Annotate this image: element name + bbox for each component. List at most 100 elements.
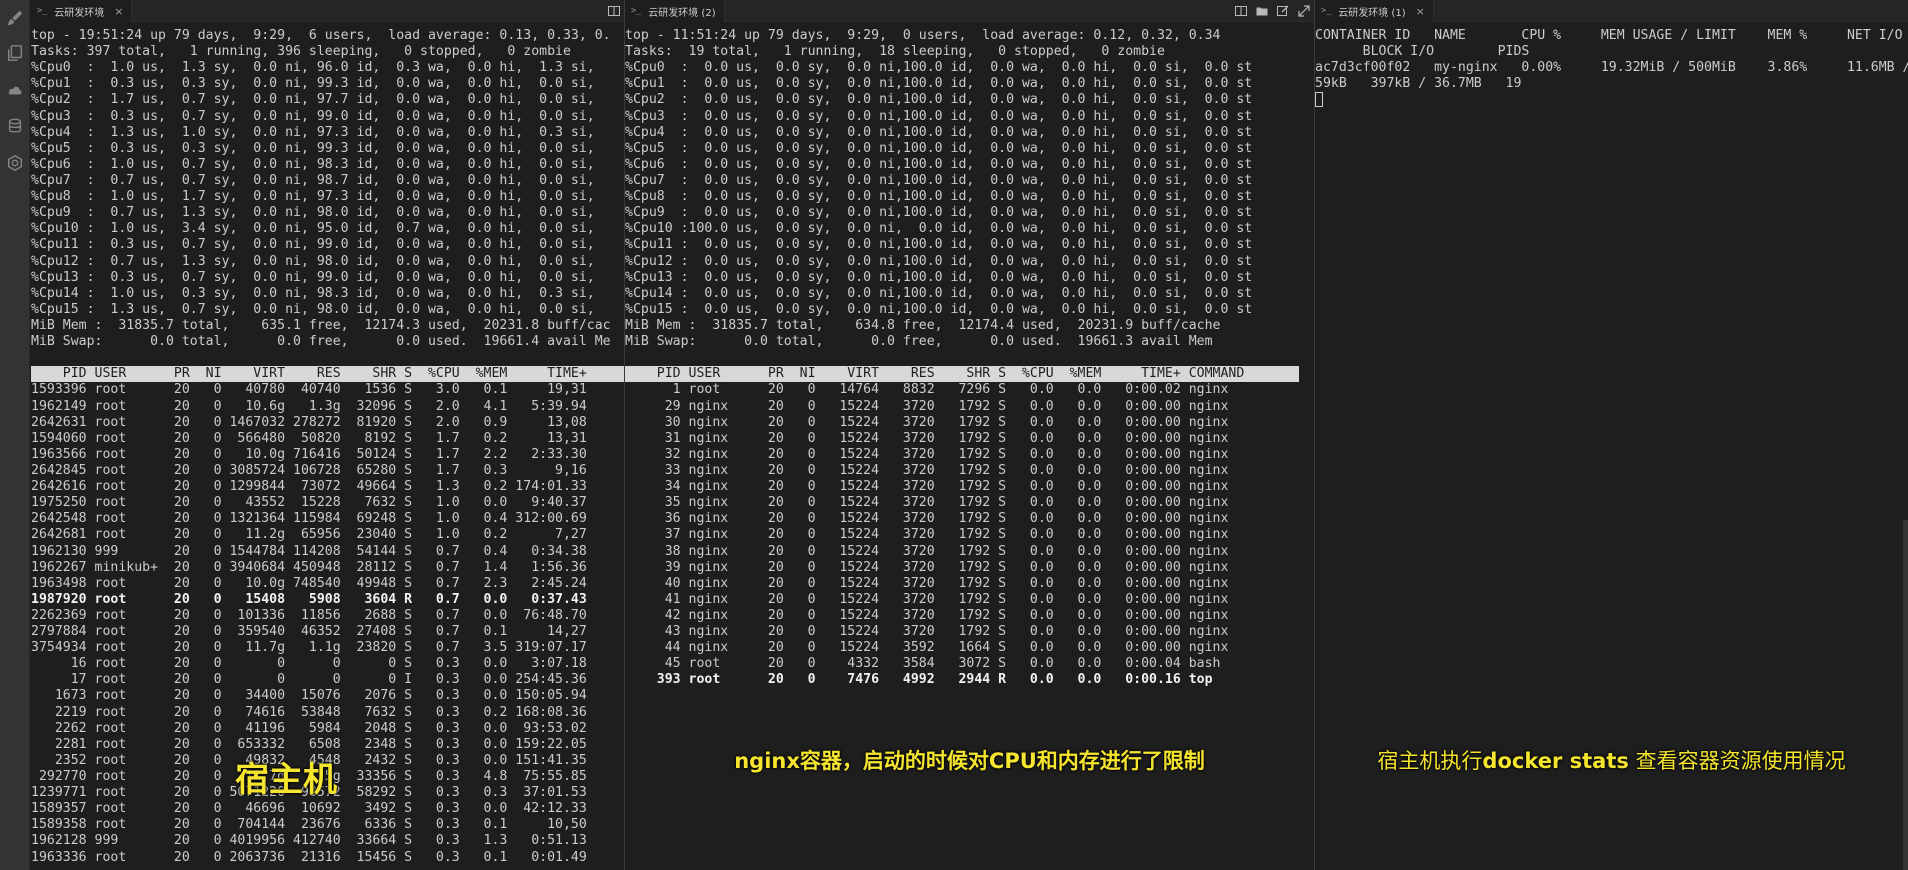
- terminal-line: %Cpu5 : 0.0 us, 0.0 sy, 0.0 ni,100.0 id,…: [625, 140, 1253, 156]
- terminal-output[interactable]: CONTAINER ID NAME CPU % MEM USAGE / LIMI…: [1315, 28, 1908, 870]
- terminal-line: %Cpu2 : 0.0 us, 0.0 sy, 0.0 ni,100.0 id,…: [625, 92, 1253, 108]
- process-row: 1589357 root 20 0 46696 10692 3492 S 0.3…: [31, 801, 587, 817]
- hexagon-icon[interactable]: [5, 153, 25, 173]
- process-row: 2797884 root 20 0 359540 46352 27408 S 0…: [31, 624, 587, 640]
- tab-bar: >_ 云研发环境 (2): [625, 0, 1314, 22]
- split-editor-icon[interactable]: [608, 5, 620, 17]
- tab-bar: >_ 云研发环境 ×: [31, 0, 624, 22]
- terminal-line: MiB Swap: 0.0 total, 0.0 free, 0.0 used.…: [31, 334, 611, 350]
- process-row: 42 nginx 20 0 15224 3720 1792 S 0.0 0.0 …: [625, 607, 1229, 623]
- caption-stats: 宿主机执行docker stats 查看容器资源使用情况: [1315, 745, 1908, 775]
- tab-title: 云研发环境 (2): [648, 7, 716, 19]
- terminal-line: %Cpu11 : 0.0 us, 0.0 sy, 0.0 ni,100.0 id…: [625, 237, 1253, 253]
- process-row: 34 nginx 20 0 15224 3720 1792 S 0.0 0.0 …: [625, 479, 1229, 495]
- split-editor-icon[interactable]: [1235, 5, 1247, 17]
- terminal-pane-docker-stats[interactable]: >_ 云研发环境 (1) × CONTAINER ID NAME CPU % M…: [1315, 0, 1908, 870]
- terminal-output[interactable]: top - 19:51:24 up 79 days, 9:29, 6 users…: [31, 28, 624, 870]
- process-row: 1962149 root 20 0 10.6g 1.3g 32096 S 2.0…: [31, 398, 587, 414]
- edit-icon[interactable]: [1277, 5, 1289, 17]
- terminal-cursor-line: [1315, 92, 1908, 108]
- activity-bar: [0, 0, 30, 870]
- terminal-line: %Cpu15 : 0.0 us, 0.0 sy, 0.0 ni,100.0 id…: [625, 301, 1253, 317]
- terminal-line: %Cpu10 : 1.0 us, 3.4 sy, 0.0 ni, 95.0 id…: [31, 221, 595, 237]
- process-row: 2642616 root 20 0 1299844 73072 49664 S …: [31, 479, 587, 495]
- terminal-line: %Cpu3 : 0.3 us, 0.7 sy, 0.0 ni, 99.0 id,…: [31, 108, 595, 124]
- terminal-line: %Cpu0 : 1.0 us, 1.3 sy, 0.0 ni, 96.0 id,…: [31, 60, 595, 76]
- terminal-line: %Cpu6 : 0.0 us, 0.0 sy, 0.0 ni,100.0 id,…: [625, 156, 1253, 172]
- terminal-line: 59kB 397kB / 36.7MB 19: [1315, 76, 1522, 92]
- database-icon[interactable]: [5, 116, 25, 136]
- files-icon[interactable]: [5, 43, 25, 63]
- process-row: 1589358 root 20 0 704144 23676 6336 S 0.…: [31, 817, 587, 833]
- process-row: 39 nginx 20 0 15224 3720 1792 S 0.0 0.0 …: [625, 559, 1229, 575]
- terminal-line: BLOCK I/O PIDS: [1315, 44, 1530, 60]
- terminal-line: %Cpu8 : 0.0 us, 0.0 sy, 0.0 ni,100.0 id,…: [625, 189, 1253, 205]
- process-row: 45 root 20 0 4332 3584 3072 S 0.0 0.0 0:…: [625, 656, 1221, 672]
- terminal-line: %Cpu9 : 0.0 us, 0.0 sy, 0.0 ni,100.0 id,…: [625, 205, 1253, 221]
- terminal-line: %Cpu12 : 0.7 us, 1.3 sy, 0.0 ni, 98.0 id…: [31, 253, 595, 269]
- close-icon[interactable]: ×: [114, 5, 123, 18]
- tab-terminal-nginx[interactable]: >_ 云研发环境 (2): [625, 0, 725, 22]
- process-row: 2262 root 20 0 41196 5984 2048 S 0.3 0.0…: [31, 720, 587, 736]
- terminal-line: CONTAINER ID NAME CPU % MEM USAGE / LIMI…: [1315, 28, 1903, 43]
- terminal-line: MiB Mem : 31835.7 total, 634.8 free, 121…: [625, 317, 1221, 333]
- process-table-header: PID USER PR NI VIRT RES SHR S %CPU %MEM …: [31, 366, 624, 383]
- terminal-output[interactable]: top - 11:51:24 up 79 days, 9:29, 0 users…: [625, 28, 1314, 870]
- terminal-icon: >_: [37, 6, 48, 16]
- process-row: 1963336 root 20 0 2063736 21316 15456 S …: [31, 849, 587, 865]
- terminal-line: %Cpu8 : 1.0 us, 1.7 sy, 0.0 ni, 97.3 id,…: [31, 189, 595, 205]
- terminal-line: %Cpu3 : 0.0 us, 0.0 sy, 0.0 ni,100.0 id,…: [625, 108, 1253, 124]
- terminal-line: %Cpu6 : 1.0 us, 0.7 sy, 0.0 ni, 98.3 id,…: [31, 156, 595, 172]
- tab-title: 云研发环境 (1): [1338, 7, 1406, 19]
- terminal-line: %Cpu10 :100.0 us, 0.0 sy, 0.0 ni, 0.0 id…: [625, 221, 1253, 237]
- caption-stats-post: 查看容器资源使用情况: [1628, 749, 1846, 773]
- process-row: 1962130 999 20 0 1544784 114208 54144 S …: [31, 543, 587, 559]
- terminal-line: %Cpu12 : 0.0 us, 0.0 sy, 0.0 ni,100.0 id…: [625, 253, 1253, 269]
- terminal-line: %Cpu9 : 0.7 us, 1.3 sy, 0.0 ni, 98.0 id,…: [31, 205, 595, 221]
- terminal-pane-nginx[interactable]: >_ 云研发环境 (2) top - 11:51:24 up 79 days, …: [625, 0, 1314, 870]
- process-row: 16 root 20 0 0 0 0 S 0.3 0.0 3:07.18: [31, 656, 587, 672]
- terminal-pane-host[interactable]: >_ 云研发环境 × top - 19:51:24 up 79 days, 9:…: [31, 0, 624, 870]
- caption-nginx: nginx容器，启动的时候对CPU和内存进行了限制: [734, 749, 1205, 773]
- terminal-line: ac7d3cf00f02 my-nginx 0.00% 19.32MiB / 5…: [1315, 60, 1908, 76]
- process-row: 30 nginx 20 0 15224 3720 1792 S 0.0 0.0 …: [625, 414, 1229, 430]
- process-row: 33 nginx 20 0 15224 3720 1792 S 0.0 0.0 …: [625, 462, 1229, 478]
- terminal-line: %Cpu14 : 0.0 us, 0.0 sy, 0.0 ni,100.0 id…: [625, 285, 1253, 301]
- process-row: 1673 root 20 0 34400 15076 2076 S 0.3 0.…: [31, 688, 587, 704]
- terminal-cursor: [1315, 92, 1323, 108]
- terminal-line: MiB Swap: 0.0 total, 0.0 free, 0.0 used.…: [625, 334, 1213, 350]
- process-row: 2642548 root 20 0 1321364 115984 69248 S…: [31, 511, 587, 527]
- process-row: 1963566 root 20 0 10.0g 716416 50124 S 1…: [31, 446, 587, 462]
- terminal-line: MiB Mem : 31835.7 total, 635.1 free, 121…: [31, 317, 611, 333]
- process-row: 1962128 999 20 0 4019956 412740 33664 S …: [31, 833, 587, 849]
- terminal-line: %Cpu7 : 0.0 us, 0.0 sy, 0.0 ni,100.0 id,…: [625, 172, 1253, 188]
- terminal-line: %Cpu15 : 1.3 us, 0.7 sy, 0.0 ni, 98.0 id…: [31, 301, 595, 317]
- brush-icon[interactable]: [5, 8, 25, 28]
- tab-terminal-host[interactable]: >_ 云研发环境 ×: [31, 0, 133, 22]
- process-row: 32 nginx 20 0 15224 3720 1792 S 0.0 0.0 …: [625, 446, 1229, 462]
- process-row: 41 nginx 20 0 15224 3720 1792 S 0.0 0.0 …: [625, 591, 1229, 607]
- process-row: 40 nginx 20 0 15224 3720 1792 S 0.0 0.0 …: [625, 575, 1229, 591]
- process-row: 2219 root 20 0 74616 53848 7632 S 0.3 0.…: [31, 704, 587, 720]
- cloud-icon[interactable]: [5, 80, 25, 100]
- terminal-icon: >_: [631, 6, 642, 16]
- terminal-line: %Cpu4 : 1.3 us, 1.0 sy, 0.0 ni, 97.3 id,…: [31, 124, 595, 140]
- process-row: 35 nginx 20 0 15224 3720 1792 S 0.0 0.0 …: [625, 495, 1229, 511]
- close-icon[interactable]: ×: [1416, 5, 1425, 18]
- terminal-line: %Cpu1 : 0.0 us, 0.0 sy, 0.0 ni,100.0 id,…: [625, 76, 1253, 92]
- process-row: 1 root 20 0 14764 8832 7296 S 0.0 0.0 0:…: [625, 382, 1229, 398]
- tab-terminal-stats[interactable]: >_ 云研发环境 (1) ×: [1315, 0, 1434, 22]
- terminal-line: %Cpu2 : 1.7 us, 0.7 sy, 0.0 ni, 97.7 id,…: [31, 92, 595, 108]
- terminal-line: top - 19:51:24 up 79 days, 9:29, 6 users…: [31, 28, 611, 43]
- terminal-line: %Cpu7 : 0.7 us, 0.7 sy, 0.0 ni, 98.7 id,…: [31, 172, 595, 188]
- tab-title: 云研发环境: [54, 7, 105, 19]
- process-row: 1987920 root 20 0 15408 5908 3604 R 0.7 …: [31, 591, 587, 607]
- maximize-icon[interactable]: [1298, 5, 1310, 17]
- caption-stats-pre: 宿主机执行: [1377, 749, 1483, 773]
- process-row: 2642845 root 20 0 3085724 106728 65280 S…: [31, 462, 587, 478]
- folder-icon[interactable]: [1256, 5, 1268, 17]
- process-row: 38 nginx 20 0 15224 3720 1792 S 0.0 0.0 …: [625, 543, 1229, 559]
- terminal-line: %Cpu0 : 0.0 us, 0.0 sy, 0.0 ni,100.0 id,…: [625, 60, 1253, 76]
- process-row: 3754934 root 20 0 11.7g 1.1g 23820 S 0.7…: [31, 640, 587, 656]
- scrollbar[interactable]: [1903, 520, 1908, 870]
